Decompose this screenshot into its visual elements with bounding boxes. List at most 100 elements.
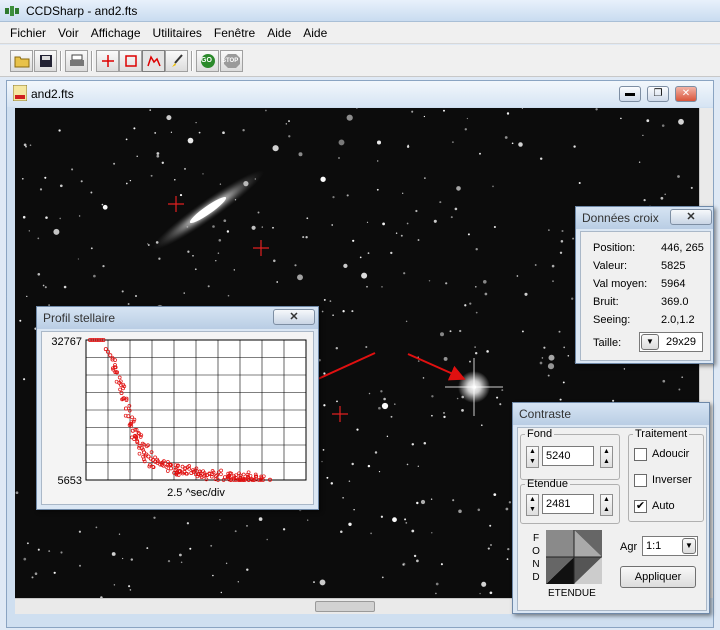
star (265, 109, 267, 112)
star (563, 346, 566, 349)
menu-utilitaires[interactable]: Utilitaires (147, 22, 208, 44)
seeing-label: Seeing: (593, 314, 631, 326)
contrast-curve-widget[interactable] (546, 530, 602, 584)
star (539, 361, 543, 365)
star (642, 134, 644, 137)
fond-down-spin[interactable]: ▲ ▼ (526, 446, 539, 468)
print-button[interactable] (65, 50, 88, 72)
brush-tool-button[interactable] (165, 50, 188, 72)
star (237, 581, 239, 583)
inverser-checkbox[interactable] (634, 474, 647, 487)
minimize-button[interactable]: ▬ (619, 86, 641, 102)
stop-label: STOP (222, 58, 239, 64)
ccd-app-icon (5, 6, 19, 16)
star (233, 269, 235, 271)
stop-button[interactable]: STOP (220, 50, 243, 72)
etendue-caption: ETENDUE (548, 588, 596, 599)
donnees-title: Données croix (582, 211, 659, 225)
cross-marker[interactable] (168, 196, 184, 212)
star (167, 559, 171, 563)
star (559, 398, 562, 401)
app-title: CCDSharp - and2.fts (26, 4, 138, 18)
cross-cursor-button[interactable] (96, 50, 119, 72)
fond-up-spin[interactable]: ▲ ▲ (600, 446, 613, 468)
star (458, 509, 462, 514)
star (417, 465, 419, 467)
star (435, 592, 437, 595)
star (572, 237, 575, 240)
save-button[interactable] (34, 50, 57, 72)
star (246, 568, 249, 571)
star (219, 183, 222, 185)
donnees-close-button[interactable]: ✕ (670, 209, 712, 225)
star (192, 254, 194, 257)
star (489, 543, 493, 547)
star (466, 117, 469, 120)
fond-letter: F (532, 533, 540, 544)
menu-aide-2[interactable]: Aide (297, 22, 333, 44)
star (662, 379, 666, 383)
star (60, 551, 63, 554)
taille-dropdown-icon[interactable]: ▼ (641, 334, 659, 350)
star (147, 244, 150, 246)
etendue-input[interactable]: 2481 (542, 494, 594, 514)
star (198, 131, 201, 134)
star (225, 562, 228, 565)
menu-fenetre[interactable]: Fenêtre (208, 22, 261, 44)
star (210, 544, 213, 547)
star (595, 108, 598, 111)
fond-input[interactable]: 5240 (542, 446, 594, 466)
star (187, 250, 190, 253)
star (493, 225, 496, 229)
star (359, 256, 362, 259)
agr-dropdown-icon[interactable]: ▼ (682, 538, 696, 554)
star (521, 330, 524, 333)
star (174, 178, 176, 181)
profile-close-button[interactable]: ✕ (273, 309, 315, 325)
rectangle-select-button[interactable] (119, 50, 142, 72)
star (475, 311, 478, 314)
star (521, 108, 524, 110)
star (298, 152, 303, 157)
star (467, 233, 470, 236)
star (456, 397, 459, 400)
star (335, 346, 339, 350)
star (518, 142, 523, 147)
menu-fichier[interactable]: Fichier (4, 22, 52, 44)
valeur-value: 5825 (661, 260, 686, 272)
open-button[interactable] (10, 50, 33, 72)
menu-aide[interactable]: Aide (261, 22, 297, 44)
star (121, 557, 124, 560)
star (516, 275, 519, 277)
star (129, 179, 132, 182)
star (338, 157, 340, 159)
star (493, 493, 497, 496)
cross-marker[interactable] (253, 240, 269, 256)
star (370, 532, 372, 535)
star (71, 168, 74, 171)
restore-button[interactable]: ❐ (647, 86, 669, 102)
star (415, 209, 418, 213)
appliquer-button[interactable]: Appliquer (620, 566, 696, 588)
menu-voir[interactable]: Voir (52, 22, 85, 44)
star (313, 581, 315, 584)
cross-marker[interactable] (332, 406, 348, 422)
go-button[interactable]: GO (196, 50, 219, 72)
star (59, 217, 62, 220)
close-button[interactable]: ✕ (675, 86, 697, 102)
star (365, 345, 368, 349)
star (343, 263, 348, 269)
toolbar: GO STOP (0, 45, 720, 77)
profile-tool-button[interactable] (142, 50, 165, 72)
menu-affichage[interactable]: Affichage (85, 22, 147, 44)
auto-checkbox[interactable]: ✔ (634, 500, 647, 513)
star (77, 258, 80, 260)
star (23, 557, 27, 561)
scroll-thumb[interactable] (315, 601, 375, 612)
etendue-down-spin[interactable]: ▲ ▼ (526, 494, 539, 516)
star (53, 228, 60, 235)
star (417, 239, 420, 241)
star (390, 415, 393, 418)
etendue-up-spin[interactable]: ▲ ▲ (600, 494, 613, 516)
adoucir-checkbox[interactable] (634, 448, 647, 461)
